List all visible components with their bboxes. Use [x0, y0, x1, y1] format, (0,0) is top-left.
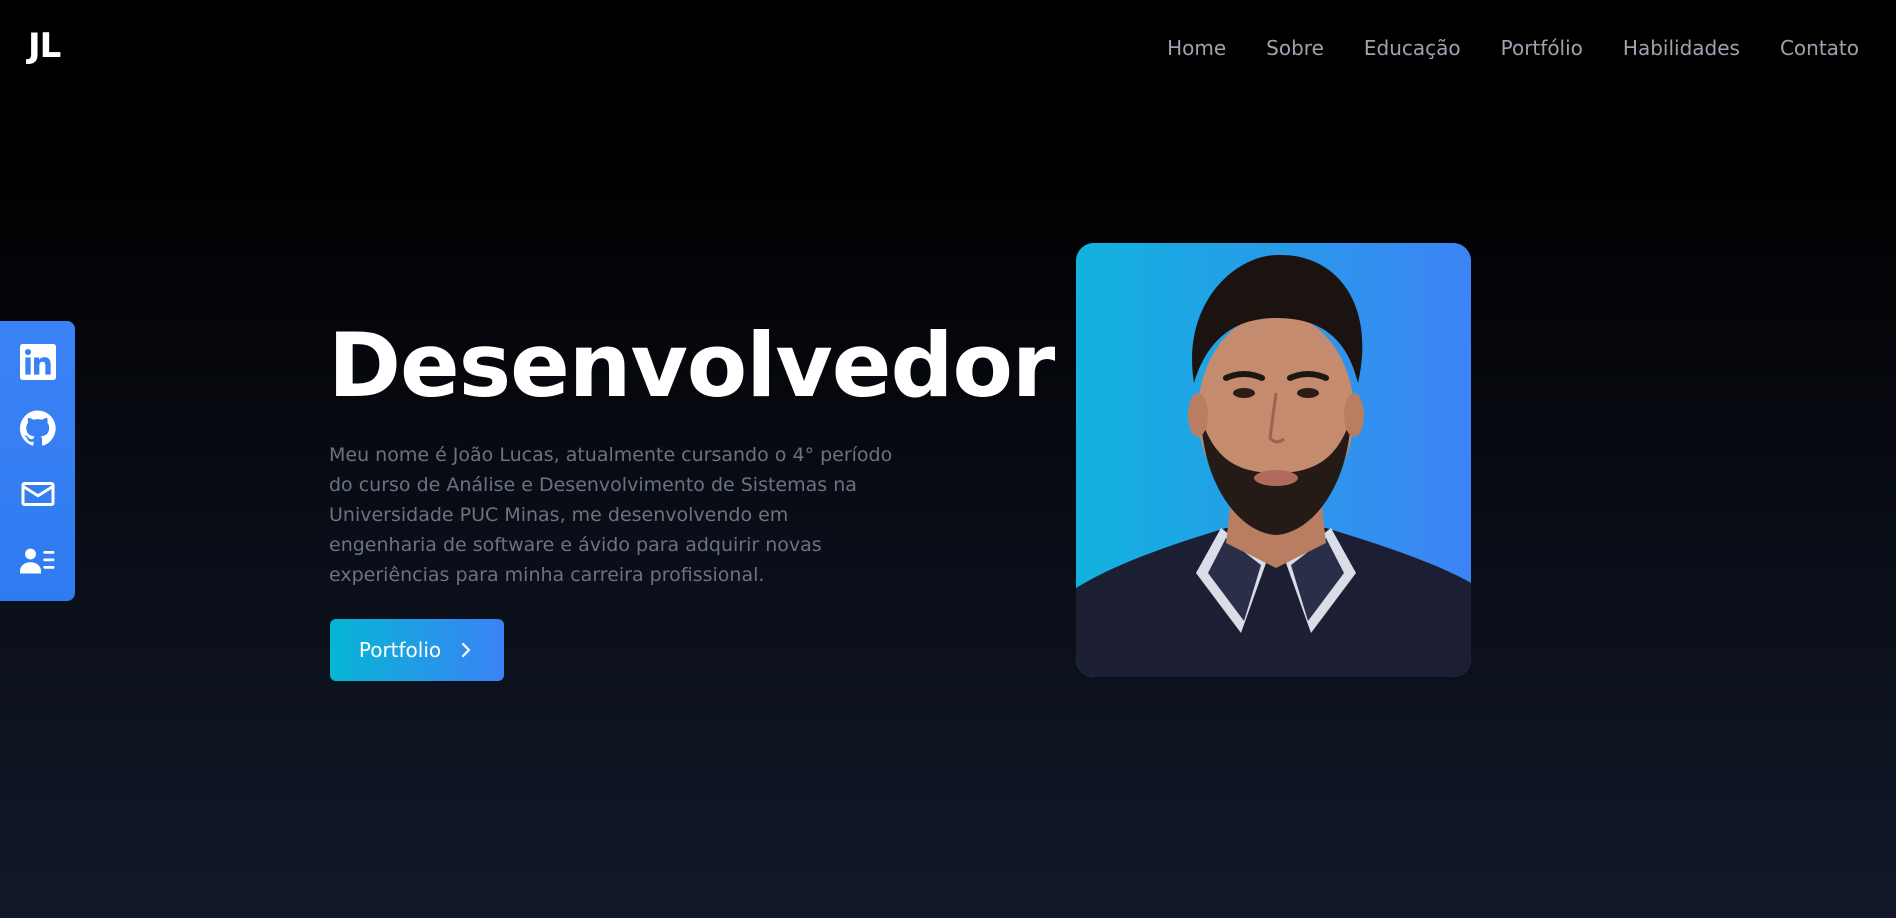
- profile-portrait: [1076, 243, 1471, 677]
- profile-photo: [1076, 243, 1471, 677]
- chevron-right-icon: [462, 642, 471, 658]
- email-link[interactable]: [16, 472, 60, 516]
- hero-description: Meu nome é João Lucas, atualmente cursan…: [329, 444, 893, 586]
- nav-educacao[interactable]: Educação: [1364, 36, 1461, 60]
- github-link[interactable]: [16, 406, 60, 450]
- resume-link[interactable]: [16, 538, 60, 582]
- nav-sobre[interactable]: Sobre: [1266, 36, 1324, 60]
- linkedin-link[interactable]: [16, 340, 60, 384]
- nav-portfolio[interactable]: Portfólio: [1501, 36, 1583, 60]
- mail-icon: [21, 482, 54, 506]
- github-icon: [19, 410, 56, 446]
- nav-home[interactable]: Home: [1167, 36, 1226, 60]
- nav-contato[interactable]: Contato: [1780, 36, 1859, 60]
- linkedin-icon: [19, 344, 56, 380]
- hero-title: Desenvolvedor: [328, 314, 1055, 417]
- nav-habilidades[interactable]: Habilidades: [1623, 36, 1740, 60]
- portfolio-button-label: Portfolio: [358, 638, 442, 662]
- portfolio-button[interactable]: Portfolio: [330, 619, 504, 681]
- main-nav: Home Sobre Educação Portfólio Habilidade…: [1167, 36, 1859, 60]
- social-sidebar: [0, 321, 75, 601]
- site-logo[interactable]: JL: [28, 26, 61, 66]
- user-list-icon: [19, 548, 54, 574]
